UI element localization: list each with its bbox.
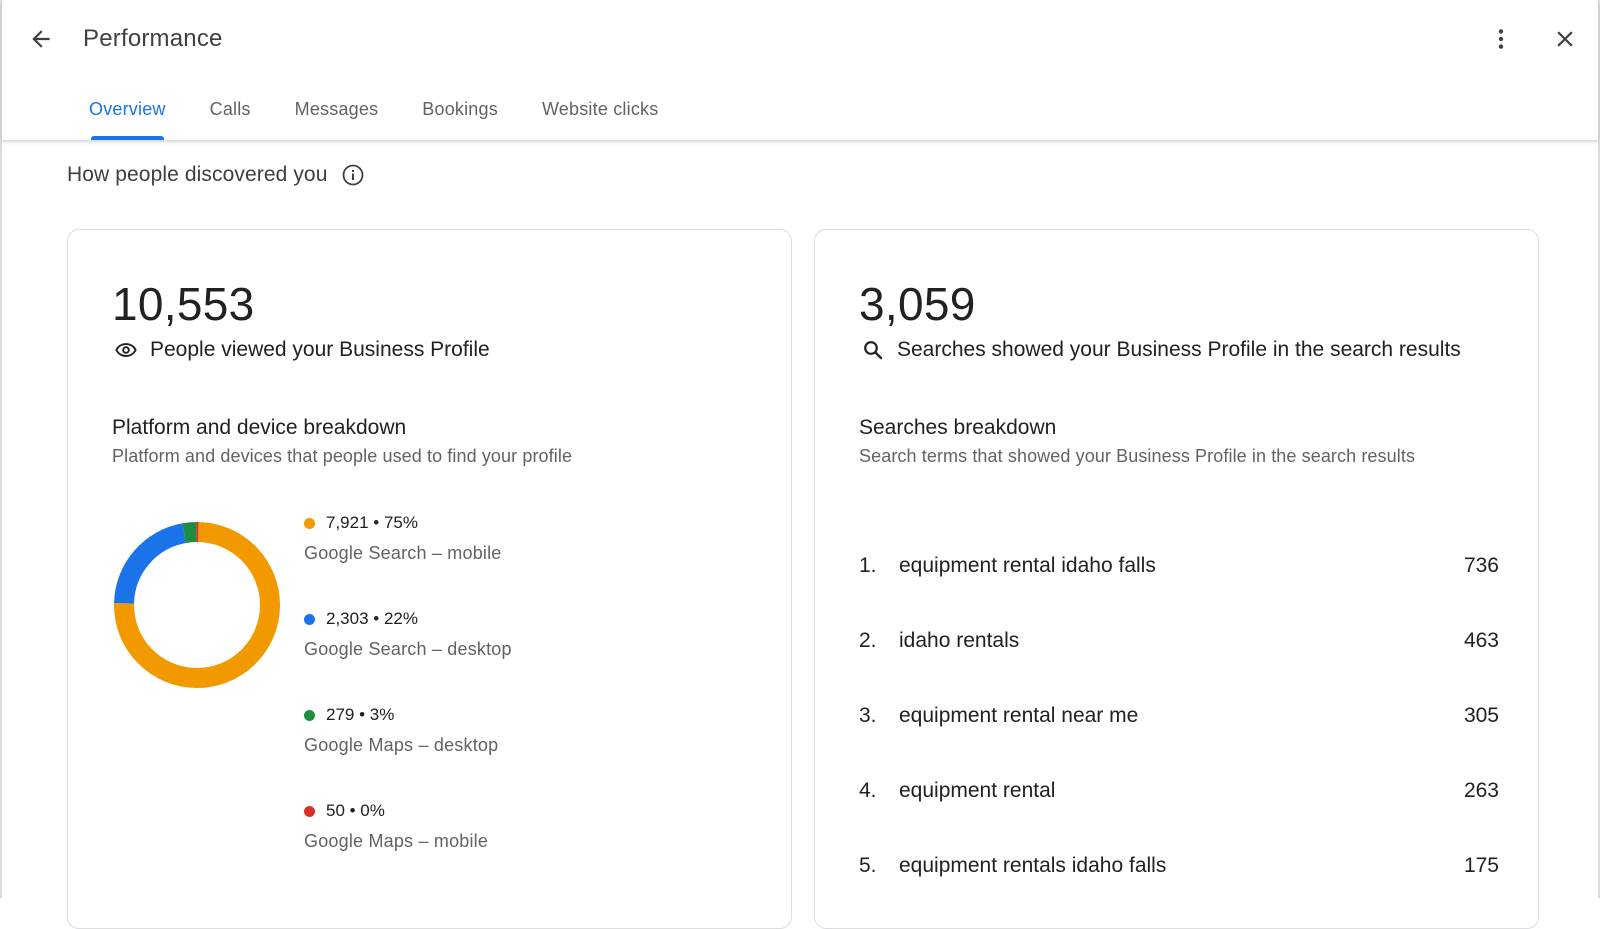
- searches-metric-label: Searches showed your Business Profile in…: [897, 338, 1461, 361]
- back-button[interactable]: [24, 22, 58, 56]
- search-rank: 5.: [859, 853, 877, 877]
- more-vert-icon: [1498, 29, 1504, 49]
- list-item: 4. equipment rental 263: [859, 753, 1499, 828]
- search-count: 263: [1463, 778, 1499, 802]
- performance-panel: Performance Overview Calls Messages Book…: [0, 0, 1600, 929]
- info-icon[interactable]: [340, 162, 366, 188]
- search-terms-list: 1. equipment rental idaho falls 736 2. i…: [859, 528, 1499, 903]
- search-term: equipment rental: [899, 778, 1056, 802]
- search-rank: 2.: [859, 628, 877, 652]
- tab-overview[interactable]: Overview: [67, 88, 188, 140]
- searches-card: 3,059 Searches showed your Business Prof…: [814, 229, 1539, 929]
- list-item: 2. idaho rentals 463: [859, 603, 1499, 678]
- search-rank: 3.: [859, 703, 877, 727]
- legend-item: 7,921 • 75% Google Search – mobile: [304, 511, 512, 607]
- views-total: 10,553: [112, 278, 255, 330]
- legend-dot: [304, 613, 315, 625]
- legend-dot: [304, 709, 315, 721]
- tab-bar: Overview Calls Messages Bookings Website…: [67, 88, 680, 140]
- legend-item: 279 • 3% Google Maps – desktop: [304, 703, 512, 799]
- list-item: 3. equipment rental near me 305: [859, 678, 1499, 753]
- list-item: 1. equipment rental idaho falls 736: [859, 528, 1499, 603]
- legend-item: 2,303 • 22% Google Search – desktop: [304, 607, 512, 703]
- searches-breakdown-description: Search terms that showed your Business P…: [859, 446, 1416, 466]
- header: Performance Overview Calls Messages Book…: [2, 0, 1598, 140]
- tab-calls[interactable]: Calls: [188, 88, 273, 140]
- searches-total: 3,059: [859, 278, 976, 330]
- legend-value: 50 • 0%: [326, 801, 385, 820]
- search-count: 463: [1463, 628, 1499, 652]
- more-options-button[interactable]: [1484, 22, 1518, 56]
- legend-item: 50 • 0% Google Maps – mobile: [304, 799, 512, 895]
- close-button[interactable]: [1548, 22, 1582, 56]
- legend-label: Google Search – mobile: [304, 543, 502, 563]
- breakdown-description: Platform and devices that people used to…: [112, 446, 573, 466]
- eye-icon: [112, 336, 140, 364]
- legend-value: 2,303 • 22%: [326, 609, 418, 628]
- platform-donut-chart: [113, 522, 280, 688]
- views-metric: People viewed your Business Profile: [112, 336, 490, 364]
- legend-value: 279 • 3%: [326, 705, 395, 724]
- list-item: 5. equipment rentals idaho falls 175: [859, 828, 1499, 903]
- page-title: Performance: [83, 25, 223, 52]
- search-term: equipment rental near me: [899, 703, 1139, 727]
- platform-legend: 7,921 • 75% Google Search – mobile 2,303…: [304, 511, 512, 895]
- views-metric-label: People viewed your Business Profile: [150, 338, 490, 361]
- legend-label: Google Maps – mobile: [304, 831, 489, 851]
- searches-metric: Searches showed your Business Profile in…: [859, 336, 1461, 364]
- search-term: equipment rental idaho falls: [899, 553, 1156, 577]
- search-rank: 4.: [859, 778, 877, 802]
- tab-website-clicks[interactable]: Website clicks: [520, 88, 681, 140]
- search-count: 736: [1463, 553, 1499, 577]
- breakdown-title: Platform and device breakdown: [112, 416, 407, 439]
- search-term: idaho rentals: [899, 628, 1020, 652]
- profile-views-card: 10,553 People viewed your Business Profi…: [67, 229, 792, 929]
- search-term: equipment rentals idaho falls: [899, 853, 1167, 877]
- searches-breakdown-title: Searches breakdown: [859, 416, 1057, 439]
- arrow-left-icon: [32, 30, 50, 48]
- search-count: 305: [1463, 703, 1499, 727]
- search-icon: [859, 336, 887, 364]
- tab-bookings[interactable]: Bookings: [400, 88, 520, 140]
- legend-dot: [304, 517, 315, 529]
- legend-value: 7,921 • 75%: [326, 513, 418, 532]
- search-count: 175: [1463, 853, 1499, 877]
- legend-label: Google Maps – desktop: [304, 735, 499, 755]
- search-rank: 1.: [859, 553, 877, 577]
- legend-dot: [304, 805, 315, 817]
- section-heading-text: How people discovered you: [67, 163, 328, 186]
- tab-messages[interactable]: Messages: [273, 88, 401, 140]
- legend-label: Google Search – desktop: [304, 639, 512, 659]
- close-icon: [1557, 31, 1573, 47]
- section-heading: How people discovered you: [67, 162, 366, 188]
